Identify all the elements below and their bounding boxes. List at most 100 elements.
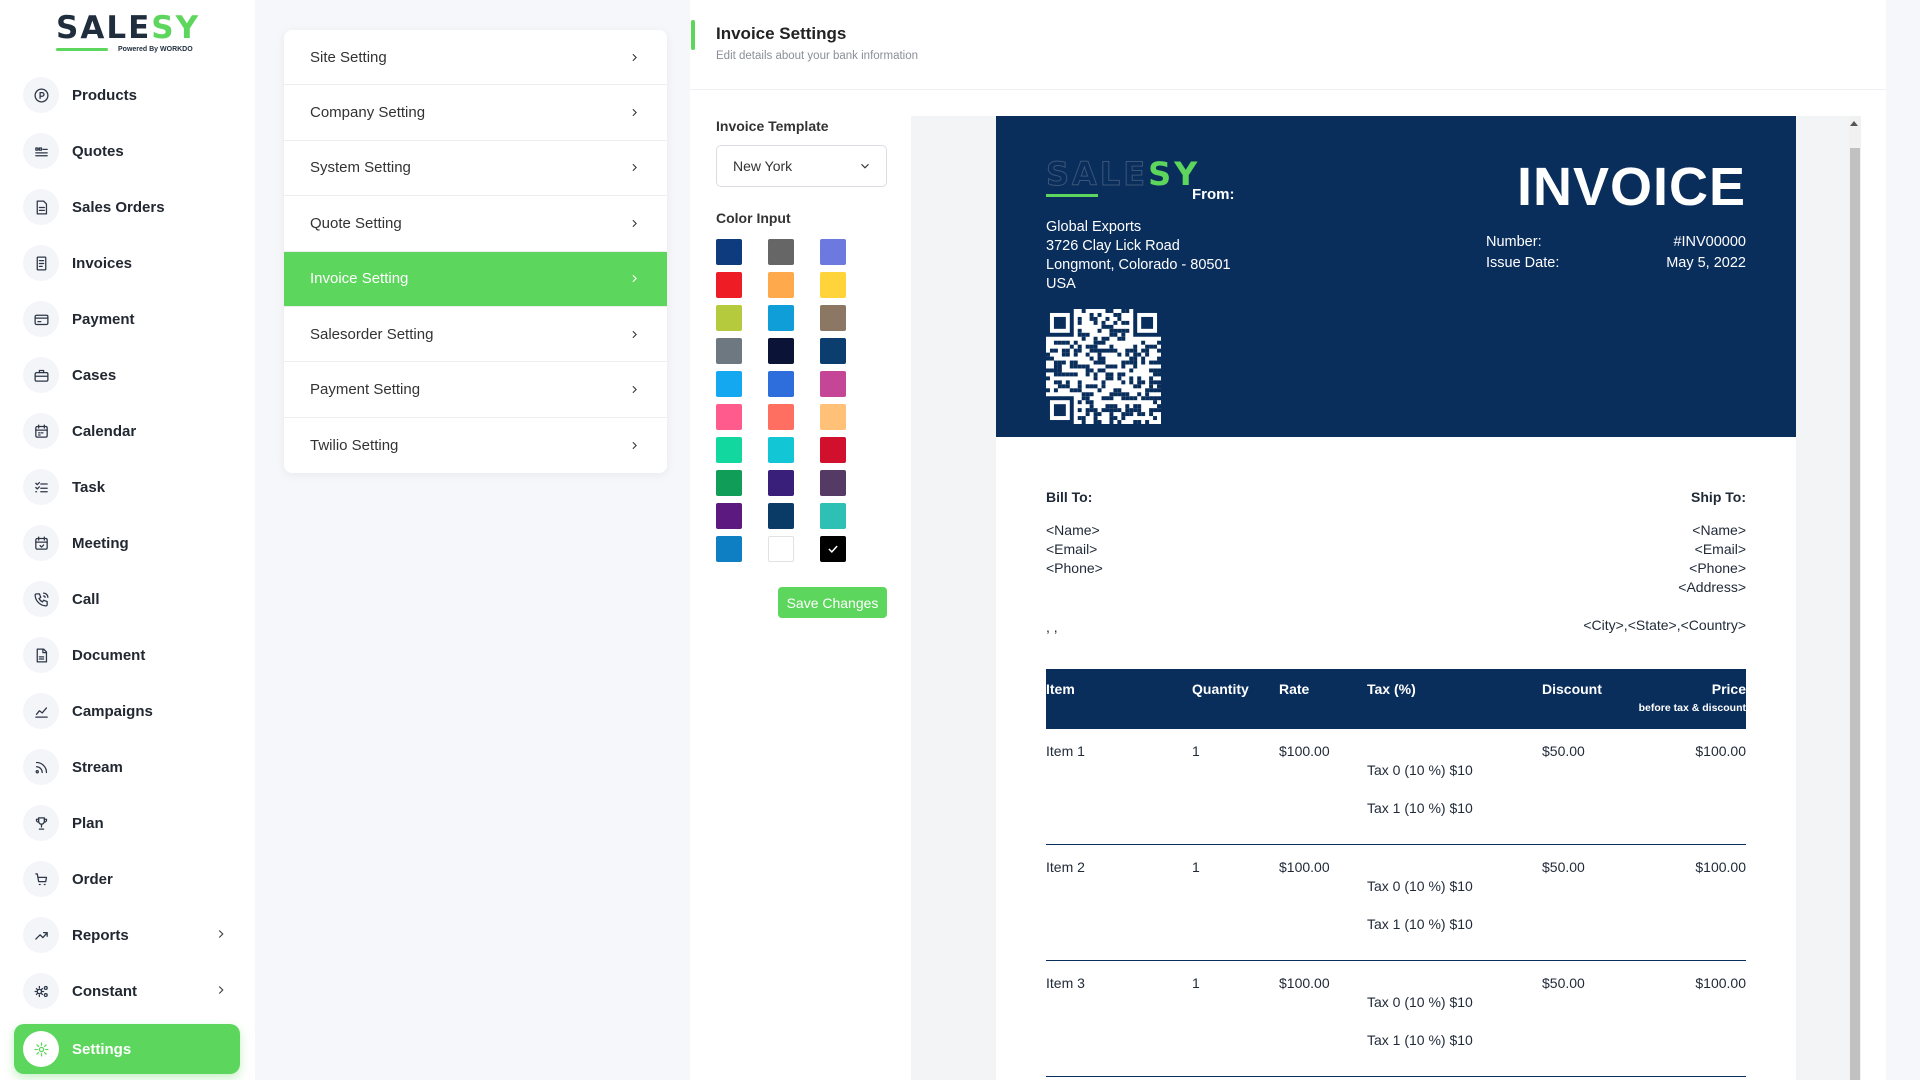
color-swatch[interactable] xyxy=(768,503,794,529)
color-swatch[interactable] xyxy=(820,371,846,397)
from-address: Global Exports 3726 Clay Lick Road Longm… xyxy=(1046,219,1231,292)
sidebar-item-reports[interactable]: Reports xyxy=(14,910,240,960)
calendar-icon xyxy=(23,413,59,449)
table-row: Item 1 1 $100.00 Tax 0 (10 %) $10 Tax 1 … xyxy=(1046,729,1746,845)
scroll-up-arrow-icon[interactable] xyxy=(1850,121,1858,126)
ship-to-email: <Email> xyxy=(1694,541,1746,557)
color-swatch[interactable] xyxy=(820,239,846,265)
salesy-logo[interactable]: SALESY Powered By WORKDO xyxy=(56,12,206,58)
from-label: From: xyxy=(1192,186,1235,203)
color-swatch[interactable] xyxy=(820,536,846,562)
sidebar-item-document[interactable]: Document xyxy=(14,630,240,680)
color-swatch[interactable] xyxy=(716,371,742,397)
settings-menu-salesorder[interactable]: Salesorder Setting xyxy=(284,307,667,363)
color-swatch[interactable] xyxy=(820,338,846,364)
payment-icon xyxy=(23,301,59,337)
row-item: Item 2 xyxy=(1046,859,1085,875)
scrollbar-thumb[interactable] xyxy=(1850,148,1860,1080)
number-value: #INV00000 xyxy=(1673,234,1746,250)
sidebar-item-call[interactable]: Call xyxy=(14,574,240,624)
checkmark-icon xyxy=(826,542,840,556)
invoice-preview[interactable]: SALESY From: Global Exports 3726 Clay Li… xyxy=(911,116,1861,1080)
sidebar-item-settings[interactable]: Settings xyxy=(14,1024,240,1074)
color-swatch[interactable] xyxy=(820,404,846,430)
chevron-right-icon xyxy=(632,164,637,172)
sidebar-item-label: Cases xyxy=(72,366,117,384)
sidebar-item-payment[interactable]: Payment xyxy=(14,294,240,344)
bill-to-city: , , xyxy=(1046,619,1058,635)
settings-icon xyxy=(23,1031,59,1067)
sidebar-item-constant[interactable]: Constant xyxy=(14,966,240,1016)
preview-scrollbar[interactable] xyxy=(1849,116,1861,1080)
quotes-icon xyxy=(23,133,59,169)
color-swatch[interactable] xyxy=(820,437,846,463)
color-swatch[interactable] xyxy=(716,437,742,463)
call-icon xyxy=(23,581,59,617)
col-tax: Tax (%) xyxy=(1367,681,1416,697)
color-swatch[interactable] xyxy=(768,239,794,265)
row-item: Item 3 xyxy=(1046,975,1085,991)
sidebar-item-label: Meeting xyxy=(72,534,129,552)
color-swatch[interactable] xyxy=(768,437,794,463)
settings-menu-quote[interactable]: Quote Setting xyxy=(284,196,667,252)
settings-menu-system[interactable]: System Setting xyxy=(284,141,667,197)
color-swatch[interactable] xyxy=(768,371,794,397)
sidebar-item-sales-orders[interactable]: Sales Orders xyxy=(14,182,240,232)
sidebar-item-plan[interactable]: Plan xyxy=(14,798,240,848)
save-changes-button[interactable]: Save Changes xyxy=(778,587,887,618)
color-swatch[interactable] xyxy=(768,272,794,298)
color-swatch[interactable] xyxy=(716,272,742,298)
color-swatch[interactable] xyxy=(768,536,794,562)
settings-menu-invoice[interactable]: Invoice Setting xyxy=(284,251,667,307)
color-swatch[interactable] xyxy=(820,272,846,298)
sidebar-item-quotes[interactable]: Quotes xyxy=(14,126,240,176)
row-tax0: Tax 0 (10 %) $10 xyxy=(1367,878,1473,894)
invoice-template-label: Invoice Template xyxy=(716,118,829,134)
sidebar-item-label: Reports xyxy=(72,926,129,944)
color-swatch[interactable] xyxy=(768,305,794,331)
settings-menu-payment[interactable]: Payment Setting xyxy=(284,362,667,418)
sidebar-item-cases[interactable]: Cases xyxy=(14,350,240,400)
sidebar: SALESY Powered By WORKDO Products Quotes… xyxy=(0,0,255,1080)
color-swatch-grid xyxy=(716,239,876,562)
chevron-right-icon xyxy=(632,385,637,394)
settings-menu-site[interactable]: Site Setting xyxy=(284,30,667,86)
color-swatch[interactable] xyxy=(716,305,742,331)
color-swatch[interactable] xyxy=(768,470,794,496)
sidebar-item-order[interactable]: Order xyxy=(14,854,240,904)
sidebar-item-label: Order xyxy=(72,870,113,888)
color-swatch[interactable] xyxy=(820,503,846,529)
sidebar-item-task[interactable]: Task xyxy=(14,462,240,512)
color-swatch[interactable] xyxy=(768,404,794,430)
document-icon xyxy=(23,637,59,673)
color-swatch[interactable] xyxy=(716,536,742,562)
color-swatch[interactable] xyxy=(768,338,794,364)
sidebar-item-label: Sales Orders xyxy=(72,198,165,216)
invoice-template-select[interactable]: New York xyxy=(716,145,887,187)
plan-icon xyxy=(23,805,59,841)
sidebar-item-campaigns[interactable]: Campaigns xyxy=(14,686,240,736)
color-swatch[interactable] xyxy=(820,305,846,331)
chevron-right-icon xyxy=(632,219,637,227)
color-swatch[interactable] xyxy=(716,239,742,265)
issue-date-label: Issue Date: xyxy=(1486,255,1560,271)
color-swatch[interactable] xyxy=(716,404,742,430)
sidebar-item-meeting[interactable]: Meeting xyxy=(14,518,240,568)
chevron-down-icon xyxy=(861,163,869,169)
color-swatch[interactable] xyxy=(716,503,742,529)
settings-menu-company[interactable]: Company Setting xyxy=(284,85,667,141)
ship-to-phone: <Phone> xyxy=(1689,560,1746,576)
sidebar-item-label: Settings xyxy=(72,1040,132,1058)
color-swatch[interactable] xyxy=(820,470,846,496)
sidebar-item-invoices[interactable]: Invoices xyxy=(14,238,240,288)
settings-menu-twilio[interactable]: Twilio Setting xyxy=(284,418,667,473)
settings-menu-label: Payment Setting xyxy=(310,381,421,399)
sidebar-item-calendar[interactable]: Calendar xyxy=(14,406,240,456)
color-swatch[interactable] xyxy=(716,338,742,364)
sidebar-item-products[interactable]: Products xyxy=(14,70,240,120)
color-swatch[interactable] xyxy=(716,470,742,496)
row-qty: 1 xyxy=(1192,975,1200,991)
sidebar-item-stream[interactable]: Stream xyxy=(14,742,240,792)
bill-to: Bill To: <Name> <Email> <Phone> xyxy=(1046,488,1103,578)
settings-menu-label: Salesorder Setting xyxy=(310,325,434,343)
